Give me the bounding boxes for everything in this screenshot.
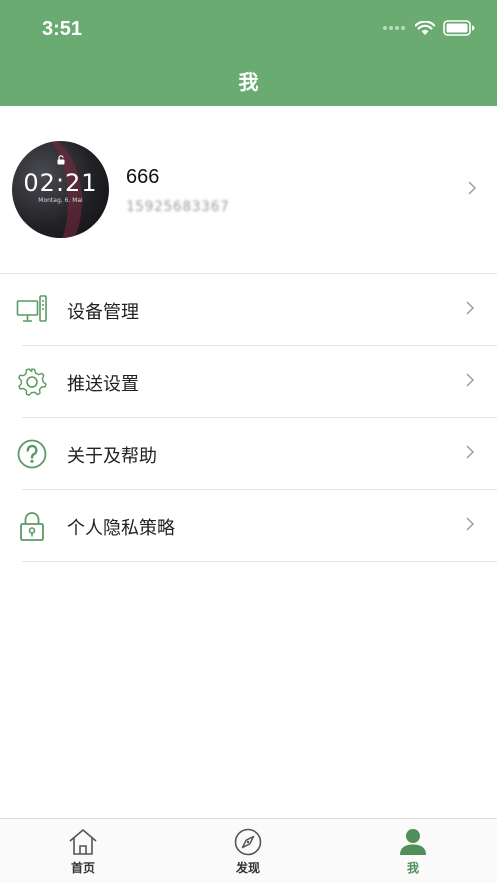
username: 666: [126, 166, 160, 188]
menu-item-label: 关于及帮助: [67, 446, 157, 467]
tab-home[interactable]: 首页: [43, 827, 123, 876]
tab-label: 我: [406, 861, 419, 875]
avatar-date-text: Montag, 6. Mai: [38, 197, 83, 204]
tab-label: 发现: [235, 861, 260, 875]
menu-item-privacy-policy[interactable]: 个人隐私策略: [0, 490, 497, 562]
monitor-icon: [16, 295, 47, 322]
compass-icon: [234, 828, 262, 856]
avatar[interactable]: 02:21 Montag, 6. Mai: [12, 141, 109, 238]
profile-card[interactable]: 02:21 Montag, 6. Mai 666 15925683367: [0, 106, 497, 274]
help-circle-icon: [17, 439, 47, 469]
menu-item-label: 个人隐私策略: [67, 518, 175, 539]
tab-label: 首页: [70, 861, 95, 875]
lock-icon: [20, 512, 44, 541]
home-icon: [69, 829, 97, 855]
page-title: 我: [238, 70, 259, 94]
gear-icon: [18, 368, 47, 396]
signal-dots-icon: [383, 26, 405, 30]
wifi-icon: [415, 20, 435, 35]
status-time: 3:51: [42, 18, 83, 40]
chevron-right-icon: [466, 373, 474, 387]
menu-item-device-management[interactable]: 设备管理: [0, 274, 497, 346]
status-indicators: [383, 20, 475, 36]
top-header: 3:51 我: [0, 0, 497, 106]
chevron-right-icon: [466, 301, 474, 315]
chevron-right-icon: [466, 517, 474, 531]
avatar-clock-text: 02:21: [23, 169, 98, 197]
phone-number: 15925683367: [126, 199, 230, 215]
tab-bar: 首页 发现 我: [0, 818, 497, 883]
person-icon: [400, 829, 426, 855]
chevron-right-icon: [468, 181, 476, 195]
battery-icon: [443, 20, 475, 36]
settings-menu: 设备管理 推送设置 关于及帮助 个人隐私策略: [0, 274, 497, 562]
tab-discover[interactable]: 发现: [208, 827, 288, 876]
chevron-right-icon: [466, 445, 474, 459]
menu-item-label: 设备管理: [67, 302, 139, 323]
menu-item-push-settings[interactable]: 推送设置: [0, 346, 497, 418]
row-divider: [22, 561, 497, 562]
unlock-icon: [57, 155, 65, 168]
menu-item-about-help[interactable]: 关于及帮助: [0, 418, 497, 490]
tab-me[interactable]: 我: [373, 827, 453, 876]
menu-item-label: 推送设置: [67, 374, 139, 395]
